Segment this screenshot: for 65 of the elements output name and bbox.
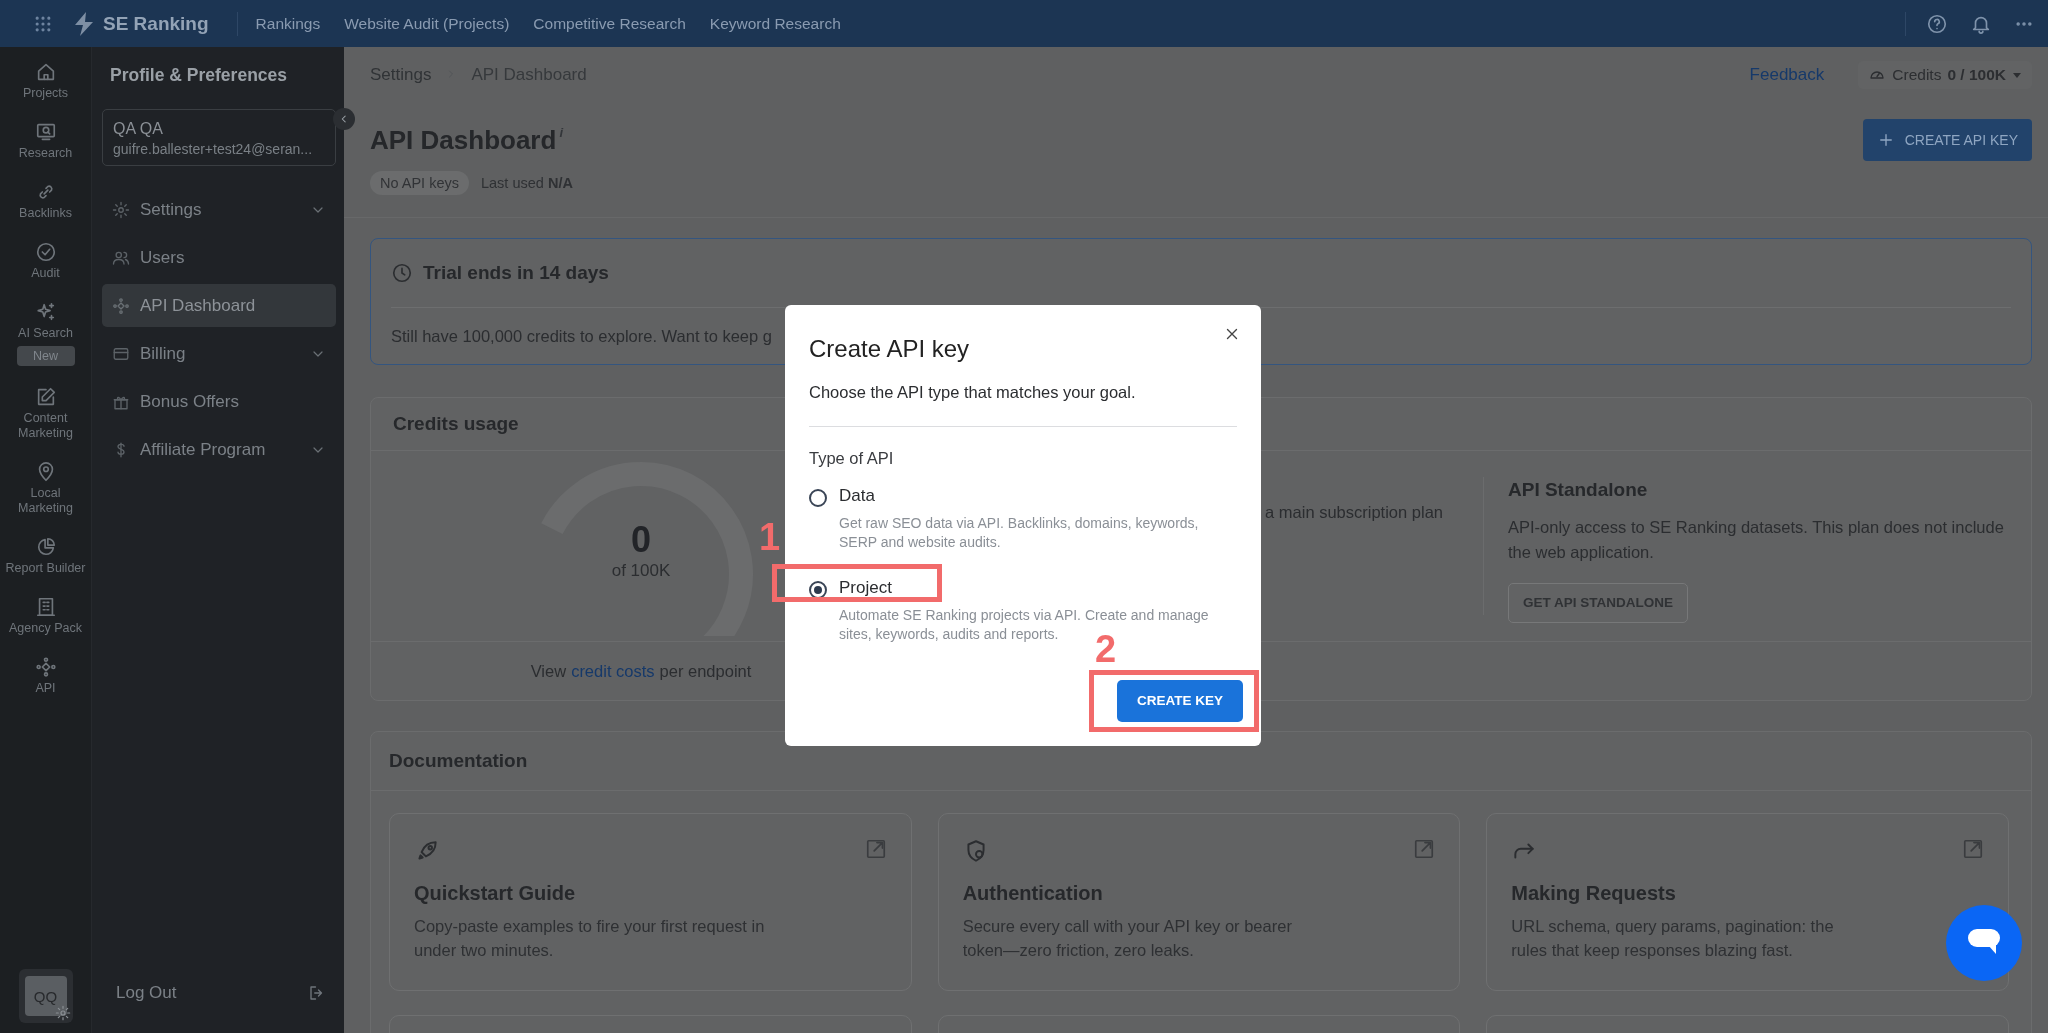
gear-icon [54, 1005, 71, 1021]
help-icon[interactable] [1926, 12, 1948, 35]
section-title: Documentation [389, 750, 528, 772]
check-circle-icon [34, 241, 57, 263]
field-label: Type of API [809, 449, 895, 468]
rail-item[interactable]: Backlinks [5, 181, 86, 221]
plan-title: API Standalone [1508, 479, 1649, 501]
logout-link[interactable]: Log Out [116, 983, 177, 1003]
radio-button[interactable] [809, 580, 827, 599]
bolt-logo-icon [73, 11, 95, 36]
external-link-icon[interactable] [1413, 838, 1436, 860]
user-email: guifre.ballester+test24@seran... [113, 141, 314, 157]
credits-value: 0 [631, 519, 651, 561]
external-link-icon[interactable] [864, 838, 887, 860]
step-number: 1 [759, 517, 781, 556]
nav-link[interactable]: Website Audit (Projects) [344, 14, 510, 33]
sidebar-item[interactable]: Settings [102, 188, 336, 231]
doc-title: Quickstart Guide [414, 882, 577, 905]
option-label[interactable]: Data [839, 486, 1237, 506]
sidebar-item[interactable]: API Dashboard [102, 284, 336, 327]
sparkle-icon [34, 301, 57, 323]
caret-icon [2012, 70, 2022, 80]
gear-icon [112, 200, 130, 219]
rail-item[interactable]: Projects [5, 61, 86, 101]
sidebar-item[interactable]: Bonus Offers [102, 380, 336, 423]
section-title: Credits usage [393, 413, 519, 435]
option-label[interactable]: Project [839, 577, 1237, 598]
building-icon [34, 596, 57, 618]
nav-link[interactable]: Rankings [255, 14, 321, 33]
api-icon [112, 296, 130, 315]
user-card[interactable]: QA QA guifre.ballester+test24@seran... [102, 109, 336, 166]
modal-title: Create API key [809, 335, 971, 363]
brand-name: SE Ranking [103, 12, 209, 35]
option-description: Get raw SEO data via API. Backlinks, domains, keywords, SERP and website audits. [839, 514, 1200, 552]
status-chip: No API keys [370, 171, 469, 195]
user-name: QA QA [113, 120, 164, 138]
nav-link[interactable]: Keyword Research [709, 14, 841, 33]
rail-item[interactable]: Local Marketing [5, 461, 86, 516]
modal-subtitle: Choose the API type that matches your goal. [809, 383, 1237, 427]
rail-item[interactable]: Audit [5, 241, 86, 281]
rail-item[interactable]: AI Search [5, 301, 86, 341]
new-badge: New [16, 346, 75, 366]
doc-title: Making Requests [1511, 882, 1677, 905]
create-key-button[interactable]: CREATE KEY [1117, 679, 1243, 722]
credit-costs-link[interactable]: credit costs [571, 661, 655, 681]
radio-button[interactable] [809, 489, 827, 507]
rail-item[interactable]: Agency Pack [5, 596, 86, 636]
rail-item[interactable]: Report Builder [5, 536, 86, 576]
doc-title: Authentication [962, 882, 1104, 905]
external-link-icon[interactable] [1962, 838, 1984, 860]
monitor-icon [34, 121, 57, 143]
feedback-link[interactable]: Feedback [1749, 65, 1825, 85]
create-api-key-button[interactable]: CREATE API KEY [1862, 119, 2032, 161]
rail-item[interactable]: Content Marketing [5, 386, 86, 441]
collapse-button[interactable] [333, 108, 355, 130]
sidebar-item[interactable]: Users [102, 236, 336, 279]
sidebar-item[interactable]: Affiliate Program [102, 428, 336, 471]
clock-icon [391, 262, 413, 284]
rail-item[interactable]: Research [5, 121, 86, 161]
sidebar-title: Profile & Preferences [110, 63, 289, 87]
sidebar-item[interactable]: Billing [102, 332, 336, 375]
trial-title: Trial ends in 14 days [423, 262, 609, 284]
nav-link[interactable]: Competitive Research [533, 14, 686, 33]
rail-item[interactable]: API [5, 656, 86, 696]
api-icon [34, 656, 57, 678]
